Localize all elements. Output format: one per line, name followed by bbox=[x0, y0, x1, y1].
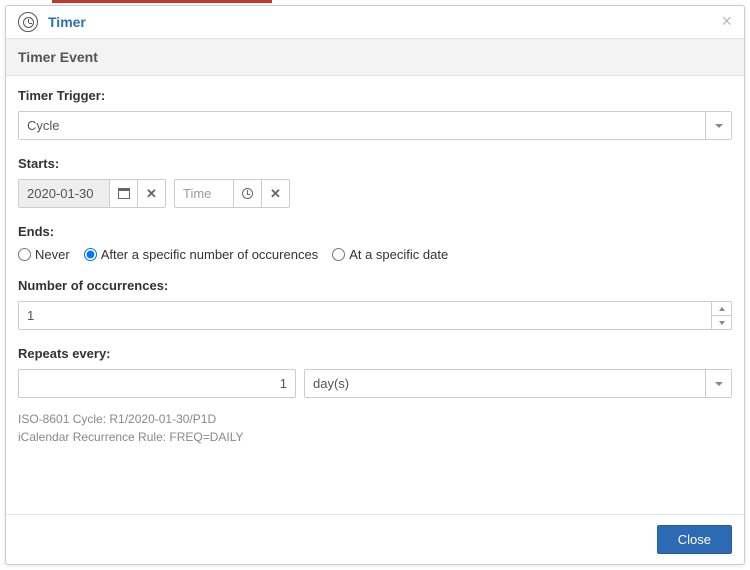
spinner-down-button[interactable] bbox=[712, 316, 731, 329]
ends-never-radio[interactable] bbox=[18, 248, 31, 261]
clear-date-button[interactable]: ✕ bbox=[137, 180, 165, 207]
start-time-group: ✕ bbox=[174, 179, 290, 208]
occurrences-spinner[interactable]: 1 bbox=[18, 301, 732, 330]
ends-label: Ends: bbox=[18, 224, 732, 239]
ends-date-label: At a specific date bbox=[349, 247, 448, 262]
occurrences-value: 1 bbox=[19, 302, 711, 329]
start-date-input[interactable] bbox=[19, 180, 109, 207]
modal-title: Timer bbox=[48, 14, 86, 30]
timer-trigger-value: Cycle bbox=[19, 112, 705, 139]
modal-footer: Close bbox=[6, 514, 744, 564]
chevron-down-icon bbox=[705, 370, 731, 397]
spinner-controls bbox=[711, 302, 731, 329]
repeats-group: Repeats every: day(s) bbox=[18, 346, 732, 398]
repeats-unit-value: day(s) bbox=[305, 370, 705, 397]
close-button[interactable]: Close bbox=[657, 525, 732, 554]
ends-date-option[interactable]: At a specific date bbox=[332, 247, 448, 262]
modal-header: Timer × bbox=[6, 6, 744, 38]
repeats-unit-select[interactable]: day(s) bbox=[304, 369, 732, 398]
starts-group: Starts: ✕ ✕ bbox=[18, 156, 732, 208]
clear-time-button[interactable]: ✕ bbox=[261, 180, 289, 207]
ical-rule-text: iCalendar Recurrence Rule: FREQ=DAILY bbox=[18, 428, 732, 446]
occurrences-group: Number of occurrences: 1 bbox=[18, 278, 732, 330]
close-icon[interactable]: × bbox=[721, 12, 732, 30]
repeats-label: Repeats every: bbox=[18, 346, 732, 361]
section-header: Timer Event bbox=[6, 38, 744, 76]
ends-after-option[interactable]: After a specific number of occurences bbox=[84, 247, 319, 262]
ends-date-radio[interactable] bbox=[332, 248, 345, 261]
timer-trigger-label: Timer Trigger: bbox=[18, 88, 732, 103]
iso-cycle-text: ISO-8601 Cycle: R1/2020-01-30/P1D bbox=[18, 410, 732, 428]
ends-after-label: After a specific number of occurences bbox=[101, 247, 319, 262]
start-date-group: ✕ bbox=[18, 179, 166, 208]
ends-group: Ends: Never After a specific number of o… bbox=[18, 224, 732, 262]
clock-icon[interactable] bbox=[233, 180, 261, 207]
ends-never-option[interactable]: Never bbox=[18, 247, 70, 262]
starts-label: Starts: bbox=[18, 156, 732, 171]
timer-trigger-select[interactable]: Cycle bbox=[18, 111, 732, 140]
ends-never-label: Never bbox=[35, 247, 70, 262]
calendar-icon[interactable] bbox=[109, 180, 137, 207]
top-tab-indicator bbox=[52, 0, 272, 3]
timer-trigger-group: Timer Trigger: Cycle bbox=[18, 88, 732, 140]
info-text: ISO-8601 Cycle: R1/2020-01-30/P1D iCalen… bbox=[18, 410, 732, 446]
spinner-up-button[interactable] bbox=[712, 302, 731, 316]
ends-after-radio[interactable] bbox=[84, 248, 97, 261]
timer-modal: Timer × Timer Event Timer Trigger: Cycle… bbox=[5, 5, 745, 565]
ends-radio-row: Never After a specific number of occuren… bbox=[18, 247, 732, 262]
chevron-down-icon bbox=[705, 112, 731, 139]
timer-icon bbox=[18, 12, 38, 32]
repeats-value-input[interactable] bbox=[18, 369, 296, 398]
start-time-input[interactable] bbox=[175, 180, 233, 207]
occurrences-label: Number of occurrences: bbox=[18, 278, 732, 293]
modal-body: Timer Trigger: Cycle Starts: ✕ ✕ bbox=[6, 76, 744, 514]
